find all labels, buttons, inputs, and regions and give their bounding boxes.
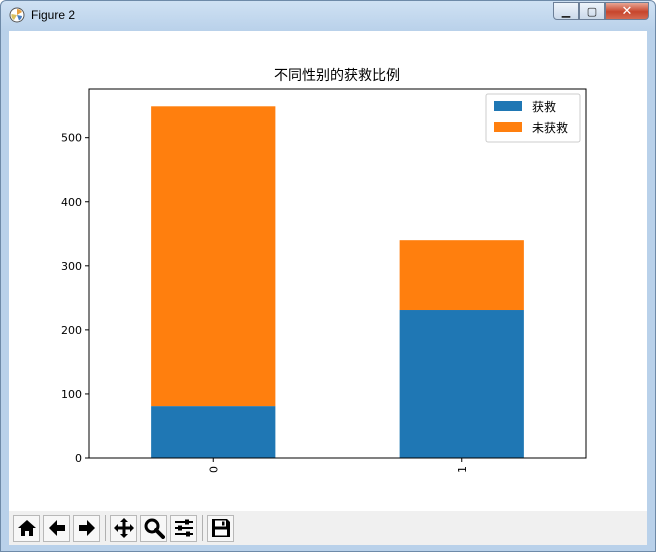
maximize-button[interactable]: ▢	[579, 2, 605, 20]
stacked-bar-chart: 0 100 200 300 400 500 0 1 不同性别的获救比例 获救 未获救	[61, 68, 587, 473]
zoom-button[interactable]	[140, 514, 167, 542]
matplotlib-app-icon	[9, 7, 25, 23]
figure-window: Figure 2 ▁ ▢ ✕ 0 100 200 300 400 500 0 1 不同性别的…	[0, 0, 656, 552]
save-button[interactable]	[207, 514, 234, 542]
toolbar-separator	[202, 515, 203, 541]
y-tick-label: 300	[61, 260, 82, 273]
legend: 获救 未获救	[485, 93, 581, 143]
figure-canvas: 0 100 200 300 400 500 0 1 不同性别的获救比例 获救 未获救	[9, 31, 647, 545]
y-tick-label: 500	[61, 132, 82, 145]
navigation-toolbar	[9, 511, 647, 545]
legend-swatch-not-rescued	[494, 122, 522, 132]
home-button[interactable]	[13, 514, 40, 542]
legend-swatch-rescued	[494, 101, 522, 111]
bar-segment-rescued-0	[151, 406, 276, 458]
zoom-icon	[144, 518, 165, 539]
legend-label-not-rescued: 未获救	[532, 120, 568, 135]
configure-subplots-button[interactable]	[170, 514, 197, 542]
minimize-button[interactable]: ▁	[553, 2, 579, 20]
back-button[interactable]	[43, 514, 70, 542]
bar-segment-not-rescued-0	[151, 106, 276, 407]
close-button[interactable]: ✕	[605, 2, 649, 20]
forward-arrow-icon	[78, 520, 95, 536]
x-tick-label: 1	[456, 466, 469, 473]
y-tick-label: 400	[61, 196, 82, 209]
forward-button[interactable]	[73, 514, 100, 542]
back-arrow-icon	[48, 520, 65, 536]
chart-title: 不同性别的获救比例	[274, 68, 400, 84]
y-tick-label: 100	[61, 388, 82, 401]
window-title: Figure 2	[31, 8, 76, 22]
title-bar[interactable]: Figure 2 ▁ ▢ ✕	[1, 1, 655, 31]
save-icon	[211, 519, 230, 537]
home-icon	[17, 520, 36, 536]
configure-subplots-icon	[174, 519, 193, 537]
bar-segment-rescued-1	[399, 310, 524, 458]
y-tick-label: 200	[61, 324, 82, 337]
window-controls: ▁ ▢ ✕	[553, 2, 649, 22]
bar-segment-not-rescued-1	[399, 240, 524, 311]
y-tick-label: 0	[75, 452, 82, 465]
toolbar-separator	[105, 515, 106, 541]
legend-label-rescued: 获救	[532, 99, 556, 114]
pan-button[interactable]	[110, 514, 137, 542]
x-tick-label: 0	[207, 466, 220, 473]
pan-icon	[113, 518, 134, 538]
